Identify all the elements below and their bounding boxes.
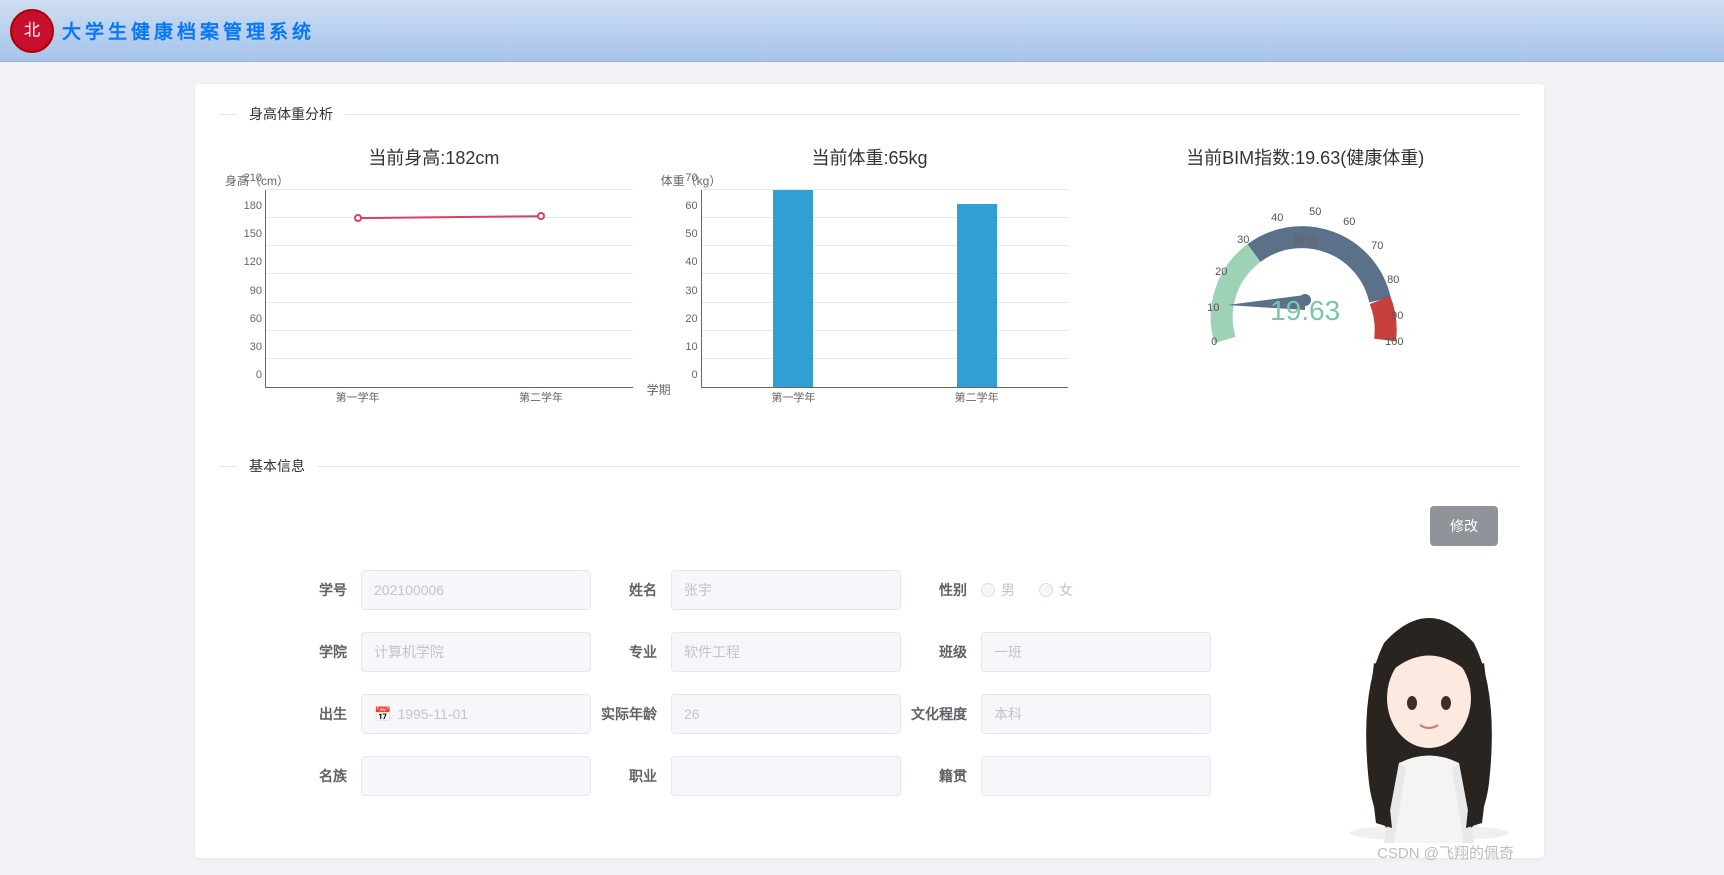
svg-text:北: 北 xyxy=(24,20,40,39)
gauge-value: 19.63 xyxy=(1270,295,1340,327)
edit-button[interactable]: 修改 xyxy=(1430,506,1498,546)
gauge: 数值 19.63 0 10 20 30 40 50 60 70 80 90 10… xyxy=(1185,190,1425,390)
input-college[interactable]: 计算机学院 xyxy=(361,632,591,672)
section-analysis-header: 身高体重分析 xyxy=(219,104,1520,124)
label-sex: 性别 xyxy=(901,580,981,600)
label-college: 学院 xyxy=(281,642,361,662)
university-logo-icon: 北 xyxy=(10,9,54,53)
label-name: 姓名 xyxy=(591,580,671,600)
chart-bmi: 当前BIM指数:19.63(健康体重) 数值 19.63 0 10 20 30 … xyxy=(1096,144,1514,420)
input-birth[interactable]: 📅 1995-11-01 xyxy=(361,694,591,734)
app-header: 北 大学生健康档案管理系统 xyxy=(0,0,1724,62)
chart-weight-title: 当前体重:65kg xyxy=(661,144,1079,170)
input-job[interactable] xyxy=(671,756,901,796)
input-age[interactable]: 26 xyxy=(671,694,901,734)
label-major: 专业 xyxy=(591,642,671,662)
gauge-name: 数值 xyxy=(1292,230,1318,249)
label-origin: 籍贯 xyxy=(901,766,981,786)
app-title: 大学生健康档案管理系统 xyxy=(62,17,315,44)
radio-male[interactable]: 男 xyxy=(981,580,1015,600)
section-title-analysis: 身高体重分析 xyxy=(237,104,345,124)
label-id: 学号 xyxy=(281,580,361,600)
label-age: 实际年龄 xyxy=(591,704,671,724)
section-basic-header: 基本信息 xyxy=(219,456,1520,476)
radio-sex[interactable]: 男 女 xyxy=(981,570,1211,610)
avatar-illustration xyxy=(1334,603,1524,843)
input-name[interactable]: 张宇 xyxy=(671,570,901,610)
chart-height-plot: 0 30 60 90 120 150 180 210 第一学年 第二学年 xyxy=(265,190,633,388)
chart-bmi-title: 当前BIM指数:19.63(健康体重) xyxy=(1096,144,1514,170)
line-point xyxy=(354,214,362,222)
line-point xyxy=(537,212,545,220)
label-birth: 出生 xyxy=(281,704,361,724)
watermark: CSDN @飞翔的佩奇 xyxy=(1377,842,1514,863)
chart-height-title: 当前身高:182cm xyxy=(225,144,643,170)
input-ethnic[interactable] xyxy=(361,756,591,796)
line-path xyxy=(266,190,633,387)
input-major[interactable]: 软件工程 xyxy=(671,632,901,672)
label-edu: 文化程度 xyxy=(901,704,981,724)
input-id[interactable]: 202100006 xyxy=(361,570,591,610)
section-title-basic: 基本信息 xyxy=(237,456,317,476)
radio-female[interactable]: 女 xyxy=(1039,580,1073,600)
bar xyxy=(773,190,813,387)
label-job: 职业 xyxy=(591,766,671,786)
label-ethnic: 名族 xyxy=(281,766,361,786)
chart-height: 当前身高:182cm 身高（cm） 学期 0 30 60 90 120 150 … xyxy=(225,144,643,420)
chart-weight-plot: 0 10 20 30 40 50 60 70 第一学年 第二学年 xyxy=(701,190,1069,388)
input-edu[interactable]: 本科 xyxy=(981,694,1211,734)
chart-weight: 当前体重:65kg 体重（kg） 0 10 20 30 40 50 60 70 … xyxy=(661,144,1079,420)
charts-row: 当前身高:182cm 身高（cm） 学期 0 30 60 90 120 150 … xyxy=(195,144,1544,420)
calendar-icon: 📅 xyxy=(374,706,391,723)
input-origin[interactable] xyxy=(981,756,1211,796)
label-class: 班级 xyxy=(901,642,981,662)
bar xyxy=(957,204,997,387)
input-class[interactable]: 一班 xyxy=(981,632,1211,672)
